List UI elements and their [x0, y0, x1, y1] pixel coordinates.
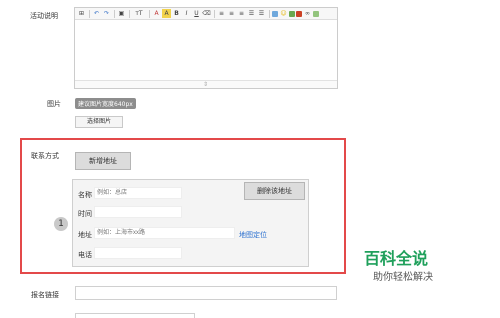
address-label: 地址: [78, 231, 92, 239]
table-icon[interactable]: [272, 10, 278, 17]
resize-handle-icon[interactable]: ⇕: [203, 81, 208, 88]
toolbar-divider: [129, 9, 130, 18]
toolbar-divider: [89, 9, 90, 18]
time-label: 时间: [78, 210, 92, 218]
bold-icon[interactable]: B: [172, 9, 181, 18]
map-locate-link[interactable]: 地图定位: [239, 230, 267, 240]
ordered-list-icon[interactable]: ☰: [247, 9, 256, 18]
watermark-title: 百科全说: [364, 249, 429, 268]
emoji-icon[interactable]: ☺: [279, 9, 288, 18]
toolbar-divider: [149, 9, 150, 18]
video-icon[interactable]: [296, 10, 302, 17]
add-address-button[interactable]: 新增地址: [75, 152, 131, 170]
unordered-list-icon[interactable]: ☰: [257, 9, 266, 18]
name-label: 名称: [78, 191, 92, 199]
link-icon[interactable]: ∞: [303, 9, 312, 18]
clear-format-icon[interactable]: ⌫: [202, 9, 211, 18]
image-label: 图片: [47, 100, 61, 108]
align-center-icon[interactable]: ≡: [227, 9, 236, 18]
image-size-hint-badge: 建议图片宽度640px: [75, 98, 136, 109]
phone-label: 电话: [78, 251, 92, 259]
toolbar-divider: [269, 9, 270, 18]
address-index-marker: 1: [54, 217, 68, 231]
italic-icon[interactable]: I: [182, 9, 191, 18]
align-right-icon[interactable]: ≡: [237, 9, 246, 18]
font-color-icon[interactable]: A: [152, 9, 161, 18]
rich-text-editor[interactable]: ⊞ ↶ ↷ ▣ тT A A B I U ⌫ ≡ ≡ ≡ ☰ ☰ ☺ ∞ ⇕: [74, 7, 338, 89]
undo-icon[interactable]: ↶: [92, 9, 101, 18]
editor-status-bar: ⇕: [75, 80, 337, 88]
toolbar-divider: [114, 9, 115, 18]
contact-label: 联系方式: [31, 152, 59, 160]
picture-icon[interactable]: [313, 10, 319, 17]
image-icon[interactable]: ▣: [117, 9, 126, 18]
phone-input[interactable]: [94, 247, 182, 259]
signup-link-label: 报名链接: [31, 291, 59, 299]
align-left-icon[interactable]: ≡: [217, 9, 226, 18]
delete-address-button[interactable]: 删除该地址: [244, 182, 305, 200]
toolbar-divider: [214, 9, 215, 18]
redo-icon[interactable]: ↷: [102, 9, 111, 18]
source-icon[interactable]: ⊞: [77, 9, 86, 18]
details-label: 活动说明: [30, 12, 58, 20]
signup-link-input[interactable]: [75, 286, 337, 300]
font-size-icon[interactable]: тT: [132, 9, 146, 18]
map-icon[interactable]: [289, 10, 295, 17]
address-input[interactable]: [94, 227, 235, 239]
underline-icon[interactable]: U: [192, 9, 201, 18]
watermark-subtitle: 助你轻松解决: [373, 272, 433, 283]
highlight-icon[interactable]: A: [162, 9, 171, 18]
editor-toolbar: ⊞ ↶ ↷ ▣ тT A A B I U ⌫ ≡ ≡ ≡ ☰ ☰ ☺ ∞: [75, 8, 337, 20]
next-field-input[interactable]: [75, 313, 195, 318]
choose-image-button[interactable]: 选择图片: [75, 116, 123, 128]
time-input[interactable]: [94, 206, 182, 218]
name-input[interactable]: [94, 187, 182, 199]
